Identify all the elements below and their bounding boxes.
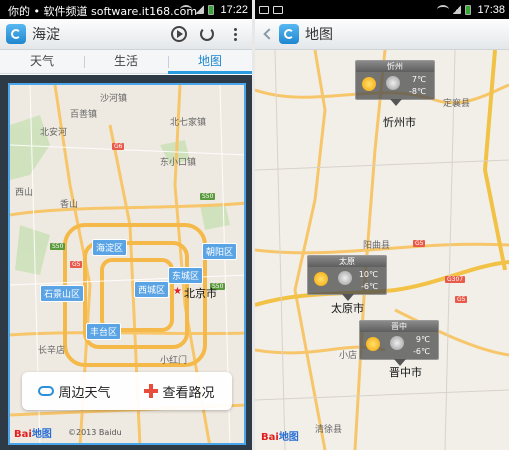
app-header: 地图: [255, 19, 509, 50]
road-label: G5: [413, 240, 426, 247]
low-temp: -6℃: [413, 347, 430, 356]
more-icon: [233, 27, 237, 41]
cloud-icon: [38, 386, 55, 396]
nearby-weather-button[interactable]: 周边天气: [22, 372, 127, 410]
status-time: 17:22: [220, 3, 248, 16]
place-label: 长辛店: [38, 346, 66, 356]
high-temp: 9℃: [415, 335, 430, 344]
map-panel: G6 S50 S50 G5 S50 沙河镇 东小口镇 北七家镇 北安河 西山 长…: [0, 75, 252, 450]
district-label: 海淀区: [92, 239, 128, 256]
place-label: 百善镇: [70, 110, 98, 120]
app-header: 海淀: [0, 19, 252, 50]
district-label: 东城区: [168, 267, 204, 284]
road-label: S50: [50, 243, 66, 250]
menu-button[interactable]: [224, 23, 246, 45]
district-label: 朝阳区: [202, 243, 238, 260]
battery-icon: [465, 4, 472, 15]
app-logo-icon[interactable]: [6, 24, 26, 44]
play-button[interactable]: [168, 23, 190, 45]
city-label: 忻州市: [383, 116, 416, 129]
page-title: 海淀: [32, 27, 60, 43]
weather-pin-xinzhou[interactable]: 忻州 7℃ -8℃: [355, 60, 435, 106]
tab-map[interactable]: 地图: [168, 50, 252, 74]
play-icon: [171, 26, 187, 42]
refresh-button[interactable]: [196, 23, 218, 45]
map-copyright: ©2013 Baidu: [68, 428, 122, 437]
place-label: 阳曲县: [363, 241, 391, 251]
road-label: G307: [445, 276, 466, 283]
weather-pin-city: 晋中: [360, 321, 438, 332]
nearby-weather-label: 周边天气: [58, 385, 111, 401]
city-label: 晋中市: [389, 366, 422, 379]
traffic-label: 查看路况: [162, 385, 215, 401]
status-bar: 你的 • 软件频道 software.it168.com 17:22: [0, 0, 252, 19]
place-label: 清徐县: [315, 425, 343, 435]
left-screen: 你的 • 软件频道 software.it168.com 17:22 海淀 天气…: [0, 0, 252, 450]
road-label: G5: [455, 296, 468, 303]
status-time: 17:38: [477, 3, 505, 16]
city-label: 太原市: [331, 302, 364, 315]
place-label: 西山: [15, 188, 34, 198]
place-label: 小店: [339, 351, 358, 361]
battery-icon: [208, 4, 215, 15]
notification-icon: [273, 5, 283, 14]
place-label: 定襄县: [443, 99, 471, 109]
app-logo-icon[interactable]: [279, 24, 299, 44]
high-temp: 10℃: [358, 270, 378, 279]
low-temp: -6℃: [361, 282, 378, 291]
baidu-logo: Bai地图: [261, 432, 299, 443]
baidu-logo: Bai地图: [14, 429, 52, 440]
signal-icon: [196, 5, 205, 14]
high-temp: 7℃: [411, 75, 426, 84]
moon-icon: [338, 271, 352, 285]
shanxi-map[interactable]: G5 G307 G5 定襄县 阳曲县 清徐县 小店 忻州 7℃ -8℃ 忻州市 …: [255, 50, 509, 450]
district-label: 石景山区: [40, 285, 85, 302]
right-screen: 17:38 地图 G5 G307 G5 定襄县 阳曲县 清徐县 小店 忻州 7℃…: [255, 0, 509, 450]
road-label: G6: [112, 143, 125, 150]
map-action-bar: 周边天气 查看路况: [22, 372, 232, 410]
place-label: 香山: [60, 200, 79, 210]
traffic-button[interactable]: 查看路况: [127, 372, 232, 410]
moon-icon: [390, 336, 404, 350]
city-label: 北京市: [184, 287, 217, 300]
place-label: 沙河镇: [100, 94, 128, 104]
back-icon[interactable]: [263, 28, 275, 40]
status-bar: 17:38: [255, 0, 509, 19]
page-title: 地图: [305, 27, 333, 43]
tab-weather[interactable]: 天气: [0, 50, 84, 73]
wifi-icon: [437, 5, 450, 14]
place-label: 小红门: [160, 356, 188, 366]
pin-pointer-icon: [390, 99, 402, 106]
place-label: 东小口镇: [160, 158, 197, 168]
place-label: 北七家镇: [170, 118, 207, 128]
weather-pin-city: 太原: [308, 256, 386, 267]
capital-star-icon: ★: [173, 286, 182, 297]
notification-icon: [259, 5, 269, 14]
signal-icon: [453, 5, 462, 14]
sun-icon: [362, 77, 376, 91]
weather-pin-taiyuan[interactable]: 太原 10℃ -6℃: [307, 255, 387, 301]
weather-pin-jinzhong[interactable]: 晋中 9℃ -6℃: [359, 320, 439, 366]
sun-icon: [366, 337, 380, 351]
weather-pin-city: 忻州: [356, 61, 434, 72]
moon-icon: [386, 76, 400, 90]
low-temp: -8℃: [409, 87, 426, 96]
traffic-icon: [144, 384, 159, 398]
tab-bar: 天气 生活 地图: [0, 50, 252, 74]
refresh-icon: [200, 27, 214, 41]
road-label: G5: [70, 261, 83, 268]
tab-life[interactable]: 生活: [84, 50, 168, 73]
road-label: S50: [200, 193, 216, 200]
watermark: 你的 • 软件频道 software.it168.com: [8, 5, 198, 18]
place-label: 北安河: [40, 128, 68, 138]
district-label: 西城区: [134, 281, 170, 298]
sun-icon: [314, 272, 328, 286]
district-label: 丰台区: [86, 323, 122, 340]
